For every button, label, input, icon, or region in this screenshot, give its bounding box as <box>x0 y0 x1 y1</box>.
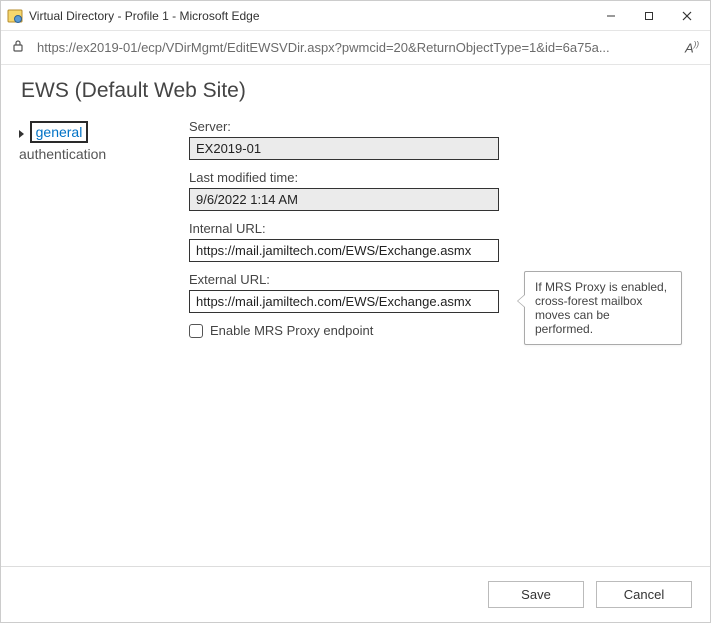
address-url[interactable]: https://ex2019-01/ecp/VDirMgmt/EditEWSVD… <box>37 40 672 55</box>
main-row: general authentication Server: EX2019-01… <box>19 119 692 556</box>
close-button[interactable] <box>668 2 706 30</box>
mrs-proxy-label: Enable MRS Proxy endpoint <box>210 323 373 338</box>
field-server: Server: EX2019-01 <box>189 119 682 160</box>
window-titlebar: Virtual Directory - Profile 1 - Microsof… <box>1 1 710 31</box>
internal-url-label: Internal URL: <box>189 221 682 236</box>
read-aloud-icon[interactable]: A)) <box>682 40 702 55</box>
dialog-footer: Save Cancel <box>1 566 710 622</box>
window-controls <box>592 2 706 30</box>
internal-url-input[interactable] <box>189 239 499 262</box>
app-icon <box>7 8 23 24</box>
caret-right-icon <box>19 130 24 138</box>
mrs-proxy-callout: If MRS Proxy is enabled, cross-forest ma… <box>524 271 682 345</box>
nav-item-general-row: general <box>19 121 189 143</box>
page-content: EWS (Default Web Site) general authentic… <box>1 65 710 566</box>
modified-label: Last modified time: <box>189 170 682 185</box>
server-value: EX2019-01 <box>189 137 499 160</box>
nav-item-authentication[interactable]: authentication <box>19 143 106 165</box>
page-title: EWS (Default Web Site) <box>21 79 692 103</box>
form-area: Server: EX2019-01 Last modified time: 9/… <box>189 119 692 556</box>
server-label: Server: <box>189 119 682 134</box>
address-bar: https://ex2019-01/ecp/VDirMgmt/EditEWSVD… <box>1 31 710 65</box>
nav-item-general[interactable]: general <box>30 121 89 143</box>
mrs-proxy-checkbox[interactable] <box>189 324 203 338</box>
window-title: Virtual Directory - Profile 1 - Microsof… <box>29 9 592 23</box>
field-modified: Last modified time: 9/6/2022 1:14 AM <box>189 170 682 211</box>
external-url-input[interactable] <box>189 290 499 313</box>
maximize-button[interactable] <box>630 2 668 30</box>
field-internal-url: Internal URL: <box>189 221 682 262</box>
minimize-button[interactable] <box>592 2 630 30</box>
cancel-button[interactable]: Cancel <box>596 581 692 608</box>
callout-text: If MRS Proxy is enabled, cross-forest ma… <box>535 280 667 336</box>
modified-value: 9/6/2022 1:14 AM <box>189 188 499 211</box>
save-button[interactable]: Save <box>488 581 584 608</box>
sidebar-nav: general authentication <box>19 119 189 556</box>
site-info-icon[interactable] <box>9 39 27 56</box>
